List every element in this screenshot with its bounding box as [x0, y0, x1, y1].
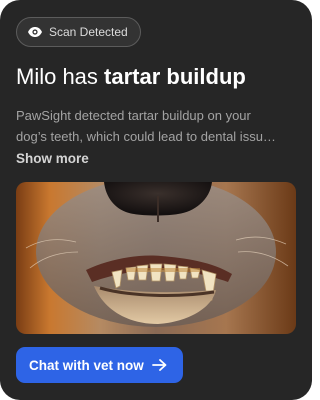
- eye-icon: [27, 24, 43, 40]
- arrow-right-icon: [151, 359, 167, 371]
- title-lead: Milo has: [16, 64, 105, 89]
- chat-with-vet-label: Chat with vet now: [29, 357, 144, 373]
- scan-status-label: Scan Detected: [49, 25, 128, 39]
- dog-teeth-photo: [16, 182, 296, 334]
- scan-result-card: Scan Detected Milo has tartar buildup Pa…: [0, 0, 312, 400]
- description-line-2: dog’s teeth, which could lead to dental …: [16, 129, 276, 144]
- page-title: Milo has tartar buildup: [16, 62, 301, 92]
- title-condition: tartar buildup: [104, 64, 246, 89]
- show-more-link[interactable]: Show more: [16, 149, 89, 169]
- scan-status-badge: Scan Detected: [16, 17, 141, 47]
- description-line-1: PawSight detected tartar buildup on your: [16, 108, 251, 123]
- scan-description: PawSight detected tartar buildup on your…: [16, 105, 298, 147]
- chat-with-vet-button[interactable]: Chat with vet now: [16, 347, 183, 383]
